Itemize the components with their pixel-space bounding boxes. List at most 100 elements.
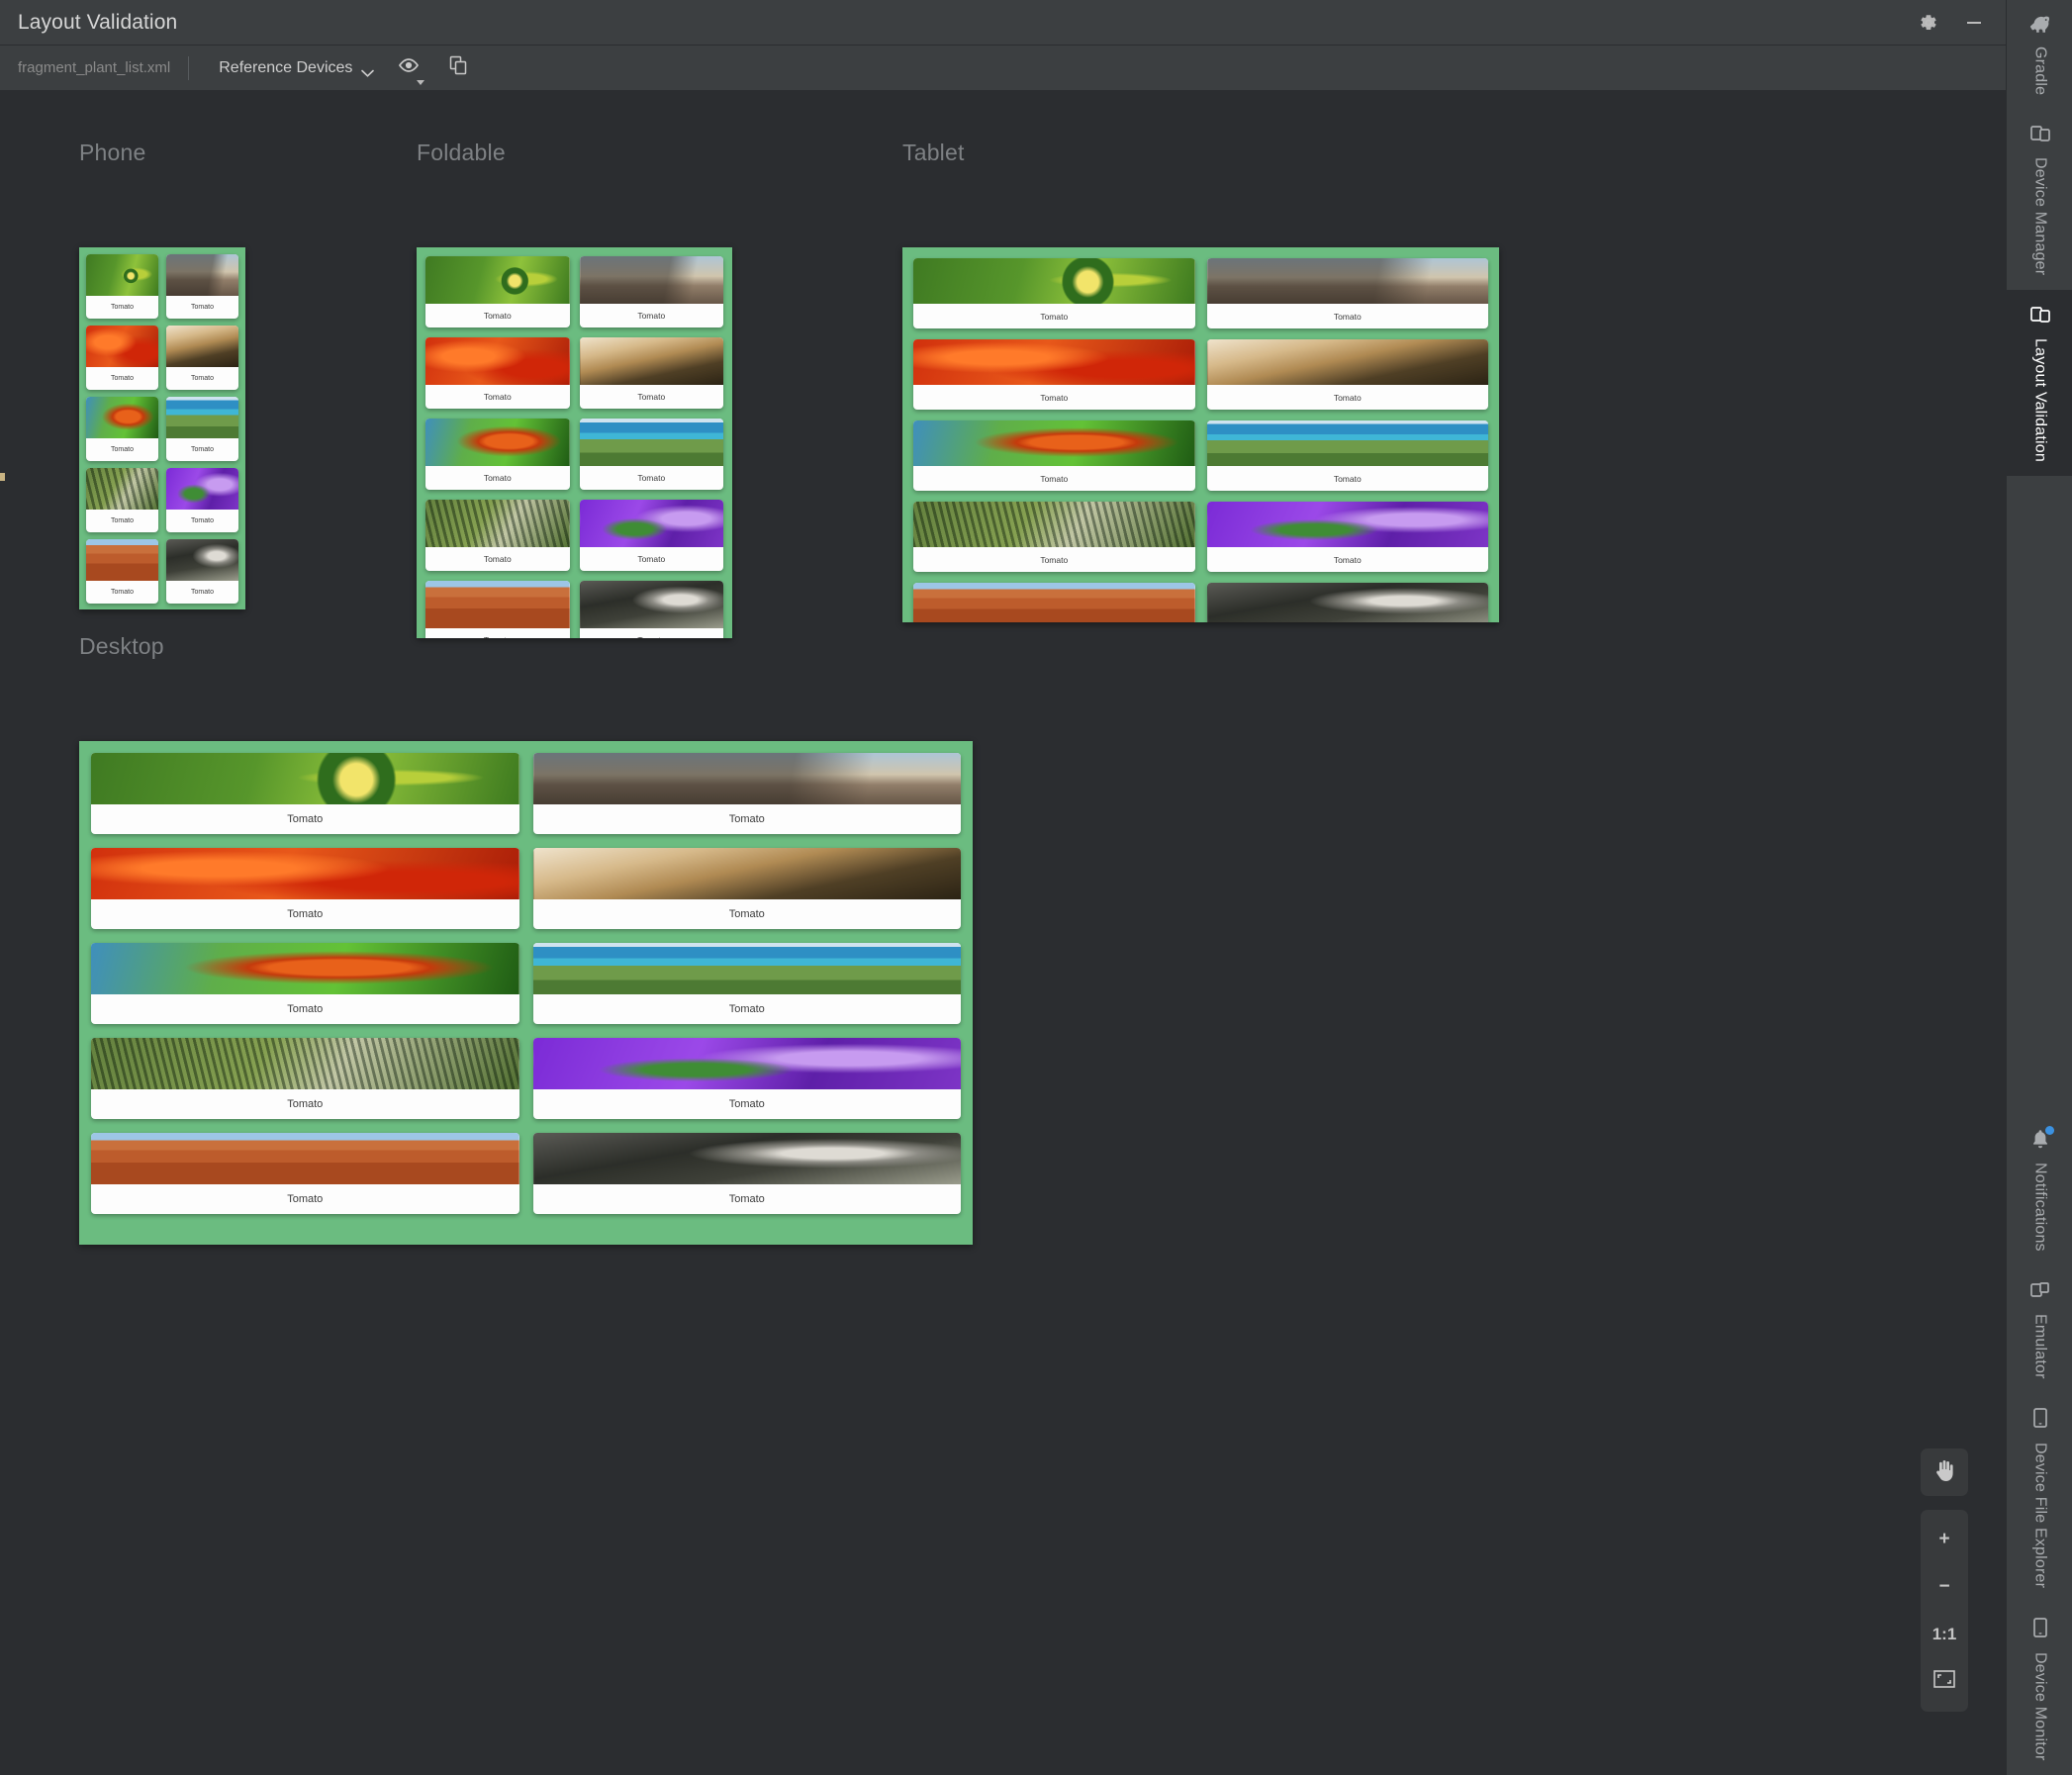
- plant-card-image: [91, 848, 519, 899]
- layout-validation-icon: [2028, 304, 2052, 330]
- pan-tool-button[interactable]: [1921, 1448, 1968, 1496]
- device-preview-tablet[interactable]: Tomato Tomato Tomato Tomato Tomato Tomato Toma…: [902, 247, 1499, 622]
- plant-card[interactable]: Tomato: [1206, 502, 1488, 572]
- plant-card-label: Tomato: [191, 375, 214, 382]
- device-preview-desktop[interactable]: Tomato Tomato Tomato Tomato Tomato Tomato Toma…: [79, 741, 973, 1245]
- eye-dropdown-caret-icon: [417, 80, 425, 85]
- plant-card-image: [1206, 420, 1488, 466]
- plant-card[interactable]: Tomato: [532, 1133, 961, 1214]
- plant-card-label: Tomato: [1040, 554, 1069, 565]
- plant-card-image: [86, 326, 158, 367]
- rail-item-notifications[interactable]: Notifications: [2007, 1114, 2072, 1265]
- plant-card[interactable]: Tomato: [86, 468, 158, 532]
- plant-card-image: [913, 502, 1195, 547]
- plant-card[interactable]: Tomato: [532, 1038, 961, 1119]
- zoom-in-button[interactable]: +: [1923, 1516, 1966, 1563]
- zoom-out-button[interactable]: −: [1923, 1563, 1966, 1611]
- plant-card[interactable]: Tomato: [166, 468, 238, 532]
- plant-card[interactable]: Tomato: [91, 1133, 519, 1214]
- plant-card-label: Tomato: [287, 813, 324, 825]
- plant-card[interactable]: Tomato: [913, 583, 1195, 622]
- plant-card-label: Tomato: [287, 1193, 324, 1205]
- plant-card[interactable]: Tomato: [91, 753, 519, 834]
- rail-item-device-manager[interactable]: Device Manager: [2007, 109, 2072, 289]
- plant-card[interactable]: Tomato: [913, 420, 1195, 491]
- plant-card-label: Tomato: [1333, 311, 1362, 322]
- minimize-button[interactable]: [1954, 5, 1994, 41]
- plant-card-label: Tomato: [191, 517, 214, 524]
- plant-card[interactable]: Tomato: [532, 753, 961, 834]
- rail-item-device-file-explorer[interactable]: Device File Explorer: [2007, 1392, 2072, 1602]
- fit-to-screen-button[interactable]: [1923, 1658, 1966, 1706]
- plant-card-label: Tomato: [111, 517, 134, 524]
- desktop-card-grid: Tomato Tomato Tomato Tomato Tomato Tomato Toma…: [91, 753, 961, 1214]
- plant-card-label: Tomato: [111, 375, 134, 382]
- plant-card[interactable]: Tomato: [532, 943, 961, 1024]
- plant-card[interactable]: Tomato: [532, 848, 961, 929]
- plant-card[interactable]: Tomato: [425, 581, 570, 638]
- plant-card-label: Tomato: [191, 446, 214, 453]
- rail-item-gradle[interactable]: Gradle: [2007, 0, 2072, 109]
- plant-card[interactable]: Tomato: [86, 397, 158, 461]
- plant-card[interactable]: Tomato: [91, 848, 519, 929]
- settings-button[interactable]: [1909, 5, 1948, 41]
- copy-layout-button[interactable]: [443, 50, 473, 85]
- plant-card[interactable]: Tomato: [425, 337, 570, 409]
- plant-card[interactable]: Tomato: [166, 254, 238, 319]
- plant-card-label: Tomato: [1040, 311, 1069, 322]
- plant-card[interactable]: Tomato: [913, 258, 1195, 328]
- plant-card-image: [166, 468, 238, 510]
- plant-card[interactable]: Tomato: [425, 419, 570, 490]
- plant-card-image: [86, 468, 158, 510]
- plant-card[interactable]: Tomato: [579, 500, 723, 571]
- emulator-icon: [2028, 1279, 2052, 1306]
- plant-card[interactable]: Tomato: [1206, 339, 1488, 410]
- device-label-foldable: Foldable: [417, 140, 506, 165]
- plant-card[interactable]: Tomato: [425, 500, 570, 571]
- chevron-down-icon: [361, 64, 375, 77]
- plant-card-label: Tomato: [728, 1098, 765, 1110]
- plant-card[interactable]: Tomato: [91, 943, 519, 1024]
- plant-card-label: Tomato: [483, 554, 512, 564]
- plant-card[interactable]: Tomato: [1206, 583, 1488, 622]
- plant-card[interactable]: Tomato: [166, 326, 238, 390]
- plant-card[interactable]: Tomato: [1206, 258, 1488, 328]
- visibility-toggle-button[interactable]: [394, 52, 425, 85]
- plant-card-image: [579, 337, 723, 385]
- plant-card[interactable]: Tomato: [166, 539, 238, 604]
- rail-item-device-monitor[interactable]: Device Monitor: [2007, 1602, 2072, 1775]
- plant-card-label: Tomato: [191, 304, 214, 311]
- plant-card-image: [579, 256, 723, 304]
- plant-card[interactable]: Tomato: [1206, 420, 1488, 491]
- rail-label-device-monitor: Device Monitor: [2031, 1652, 2049, 1761]
- device-monitor-icon: [2030, 1616, 2050, 1644]
- device-preview-phone[interactable]: Tomato Tomato Tomato Tomato Tomato Tomato Toma…: [79, 247, 245, 609]
- plant-card-image: [913, 339, 1195, 385]
- device-preview-foldable[interactable]: Tomato Tomato Tomato Tomato Tomato Tomato Toma…: [417, 247, 732, 638]
- reference-devices-dropdown[interactable]: Reference Devices: [213, 55, 378, 81]
- actual-size-button[interactable]: 1:1: [1923, 1611, 1966, 1658]
- file-tab[interactable]: fragment_plant_list.xml: [0, 46, 188, 90]
- plant-card-image: [166, 539, 238, 581]
- plant-card-label: Tomato: [287, 1098, 324, 1110]
- plant-card[interactable]: Tomato: [86, 254, 158, 319]
- plant-card-label: Tomato: [728, 908, 765, 920]
- device-label-desktop: Desktop: [79, 633, 164, 659]
- plant-card[interactable]: Tomato: [579, 581, 723, 638]
- plant-card[interactable]: Tomato: [913, 502, 1195, 572]
- device-file-explorer-icon: [2030, 1406, 2050, 1435]
- plant-card[interactable]: Tomato: [86, 539, 158, 604]
- plant-card[interactable]: Tomato: [579, 419, 723, 490]
- zoom-button-group: + − 1:1: [1921, 1510, 1968, 1712]
- plant-card[interactable]: Tomato: [86, 326, 158, 390]
- plant-card[interactable]: Tomato: [579, 337, 723, 409]
- plant-card-image: [166, 397, 238, 438]
- rail-item-emulator[interactable]: Emulator: [2007, 1265, 2072, 1393]
- plant-card[interactable]: Tomato: [166, 397, 238, 461]
- plant-card[interactable]: Tomato: [91, 1038, 519, 1119]
- plant-card[interactable]: Tomato: [425, 256, 570, 327]
- plant-card[interactable]: Tomato: [579, 256, 723, 327]
- preview-canvas[interactable]: Phone Tomato Tomato Tomato Tomato Tomato Toma…: [0, 92, 2006, 1775]
- rail-item-layout-validation[interactable]: Layout Validation: [2007, 289, 2072, 476]
- plant-card[interactable]: Tomato: [913, 339, 1195, 410]
